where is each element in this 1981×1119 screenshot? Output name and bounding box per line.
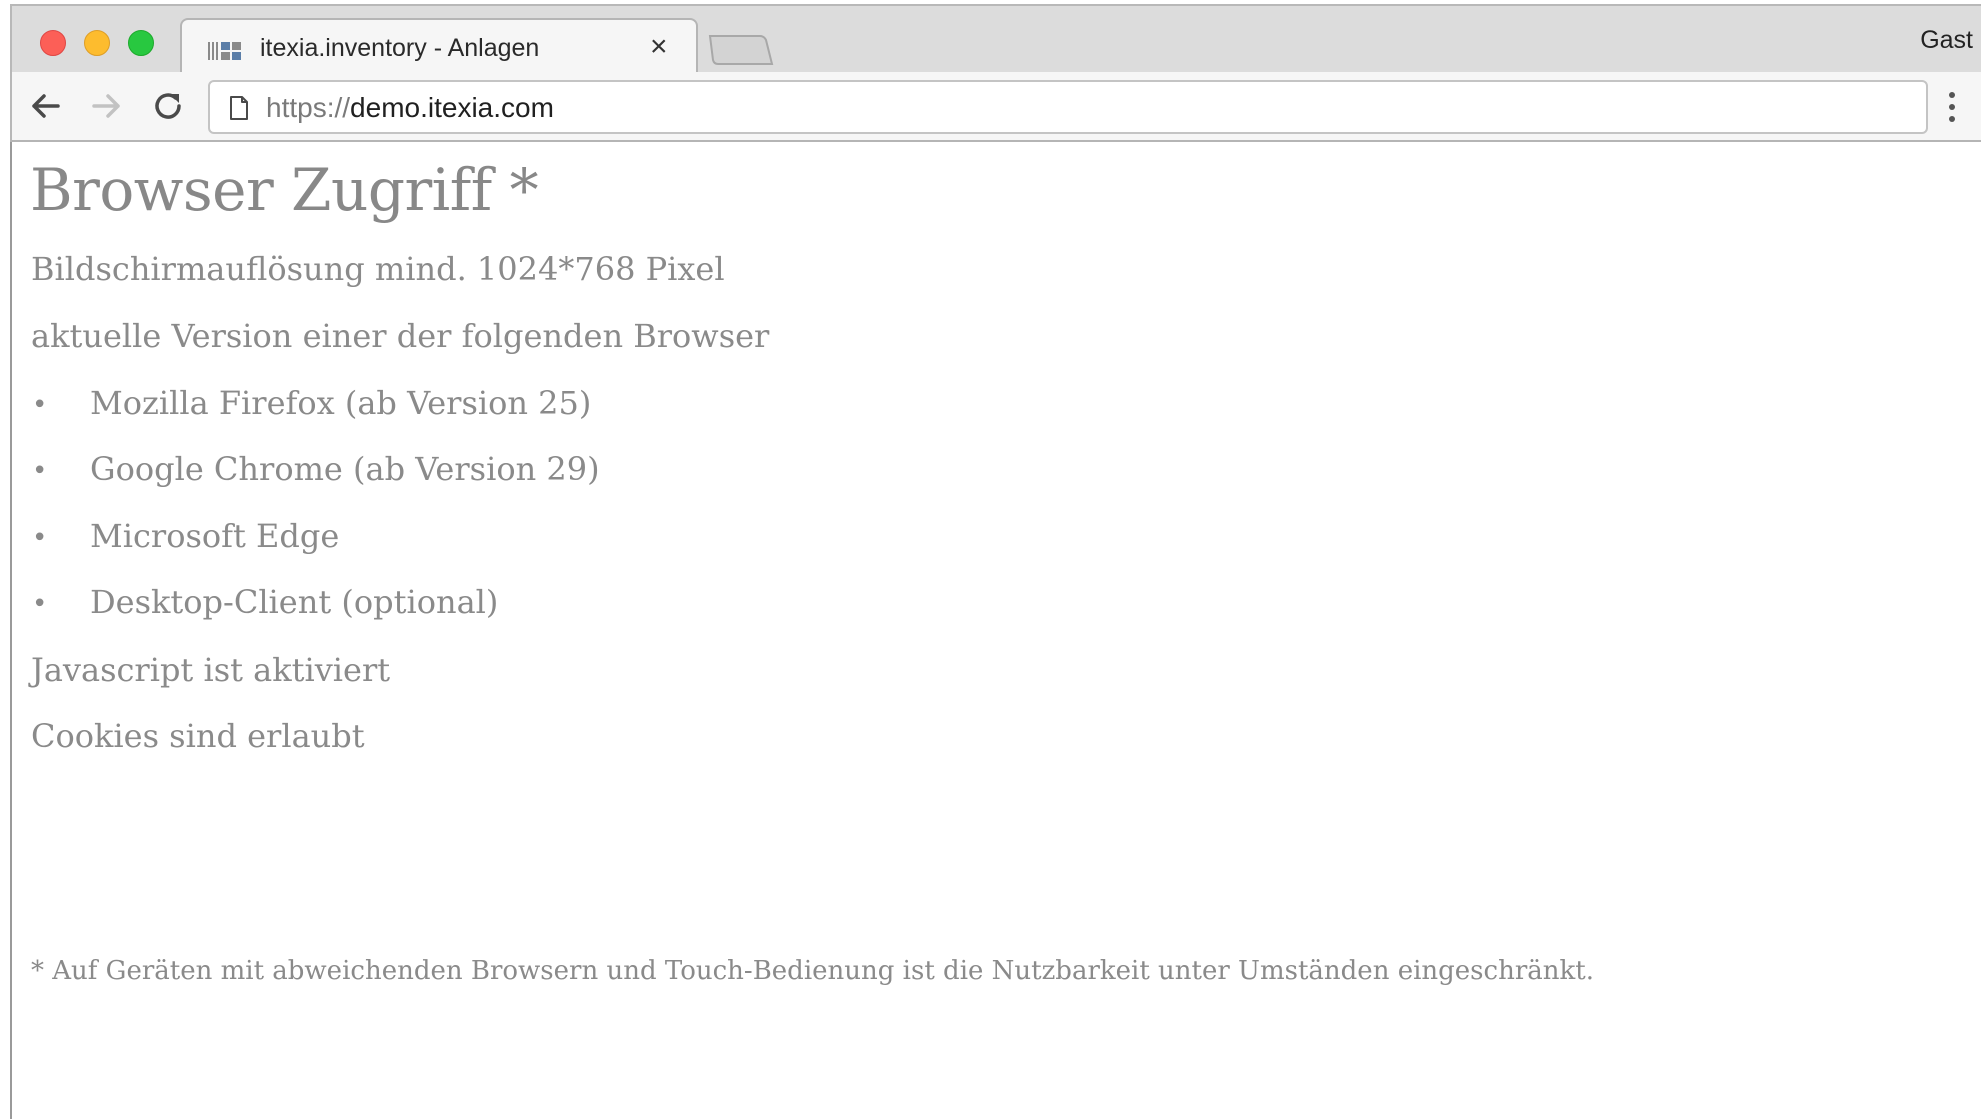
javascript-requirement: Javascript ist aktiviert <box>31 651 391 689</box>
bullet-icon: • <box>32 589 48 619</box>
footnote: * Auf Geräten mit abweichenden Browsern … <box>31 956 1594 986</box>
browser-toolbar: https://demo.itexia.com <box>10 72 1981 142</box>
browser-window: itexia.inventory - Anlagen × Gast https:… <box>0 0 1981 1119</box>
bullet-icon: • <box>32 456 48 486</box>
url-host: demo.itexia.com <box>350 92 554 123</box>
bullet-icon: • <box>32 523 48 553</box>
profile-button[interactable]: Gast <box>1920 26 1973 55</box>
itexia-favicon-icon <box>208 42 241 60</box>
address-bar[interactable]: https://demo.itexia.com <box>208 80 1928 134</box>
bullet-icon: • <box>32 390 48 420</box>
close-icon[interactable]: × <box>650 30 668 64</box>
page-content: Browser Zugriff * Bildschirmauflösung mi… <box>10 142 1981 1119</box>
tab-strip: itexia.inventory - Anlagen × Gast <box>10 4 1981 80</box>
new-tab-icon[interactable] <box>708 34 774 66</box>
browser-item-chrome: Google Chrome (ab Version 29) <box>90 450 600 488</box>
resolution-requirement: Bildschirmauflösung mind. 1024*768 Pixel <box>31 250 725 288</box>
url-text: https://demo.itexia.com <box>266 92 554 124</box>
page-icon <box>230 96 248 120</box>
tab-title: itexia.inventory - Anlagen <box>260 34 540 62</box>
reload-icon[interactable] <box>148 86 188 126</box>
browser-item-firefox: Mozilla Firefox (ab Version 25) <box>90 384 592 422</box>
url-scheme: https:// <box>266 92 351 123</box>
kebab-menu-icon[interactable] <box>1947 88 1957 126</box>
tab-itexia-anlagen[interactable]: itexia.inventory - Anlagen × <box>180 18 698 80</box>
browser-item-desktop-client: Desktop-Client (optional) <box>90 583 499 621</box>
browsers-intro: aktuelle Version einer der folgenden Bro… <box>31 317 770 355</box>
browser-item-edge: Microsoft Edge <box>90 517 340 555</box>
close-window-button[interactable] <box>40 30 66 56</box>
cookies-requirement: Cookies sind erlaubt <box>31 717 365 755</box>
back-arrow-icon[interactable] <box>26 86 66 126</box>
page-title: Browser Zugriff * <box>30 156 539 224</box>
minimize-window-button[interactable] <box>84 30 110 56</box>
forward-arrow-icon[interactable] <box>86 86 126 126</box>
maximize-window-button[interactable] <box>128 30 154 56</box>
